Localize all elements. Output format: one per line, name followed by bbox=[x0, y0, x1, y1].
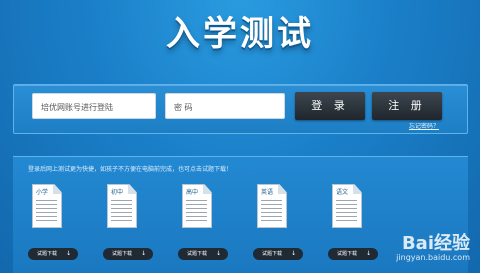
subject-primary[interactable]: 小学 bbox=[32, 184, 62, 228]
download-label: 试题下载 bbox=[37, 251, 58, 257]
account-input[interactable]: 培优网账号进行登陆 bbox=[32, 93, 156, 119]
download-button-middle[interactable]: 试题下载 ↓ bbox=[103, 248, 153, 260]
subject-chinese[interactable]: 语文 bbox=[332, 184, 362, 228]
watermark-url: jingyan.baidu.com bbox=[396, 253, 470, 262]
document-lines bbox=[186, 200, 207, 222]
subject-label: 小学 bbox=[36, 189, 49, 196]
register-button[interactable]: 注 册 bbox=[372, 92, 442, 120]
document-lines bbox=[111, 200, 132, 222]
document-lines bbox=[336, 200, 357, 222]
subject-english[interactable]: 英语 bbox=[257, 184, 287, 228]
download-button-high[interactable]: 试题下载 ↓ bbox=[178, 248, 228, 260]
baidu-jingyan-watermark: Bai经验 jingyan.baidu.com bbox=[360, 229, 470, 269]
subject-label: 语文 bbox=[336, 189, 349, 196]
download-label: 试题下载 bbox=[262, 251, 283, 257]
document-lines bbox=[261, 200, 282, 222]
login-button[interactable]: 登 录 bbox=[295, 92, 365, 120]
down-arrow-icon: ↓ bbox=[65, 250, 71, 257]
down-arrow-icon: ↓ bbox=[140, 250, 146, 257]
subject-label: 高中 bbox=[186, 189, 199, 196]
down-arrow-icon: ↓ bbox=[215, 250, 221, 257]
subject-middle[interactable]: 初中 bbox=[107, 184, 137, 228]
subject-label: 英语 bbox=[261, 189, 274, 196]
password-input[interactable]: 密 码 bbox=[165, 93, 285, 119]
download-label: 试题下载 bbox=[112, 251, 133, 257]
page-title: 入学测试 bbox=[166, 14, 314, 54]
watermark-logo: Bai经验 bbox=[401, 233, 470, 254]
login-panel: 培优网账号进行登陆 密 码 登 录 注 册 忘记密码？ bbox=[13, 84, 468, 134]
subject-label: 初中 bbox=[111, 189, 124, 196]
document-lines bbox=[36, 200, 57, 222]
download-label: 试题下载 bbox=[187, 251, 208, 257]
down-arrow-icon: ↓ bbox=[290, 250, 296, 257]
download-button-primary[interactable]: 试题下载 ↓ bbox=[28, 248, 78, 260]
subject-high[interactable]: 高中 bbox=[182, 184, 212, 228]
forgot-password-link[interactable]: 忘记密码？ bbox=[409, 121, 439, 130]
exam-tip: 登录后网上测试更为快捷，如孩子不方便在电脑前完成，也可点击试题下载！ bbox=[28, 166, 233, 173]
download-button-english[interactable]: 试题下载 ↓ bbox=[253, 248, 303, 260]
download-label: 试题下载 bbox=[337, 251, 358, 257]
